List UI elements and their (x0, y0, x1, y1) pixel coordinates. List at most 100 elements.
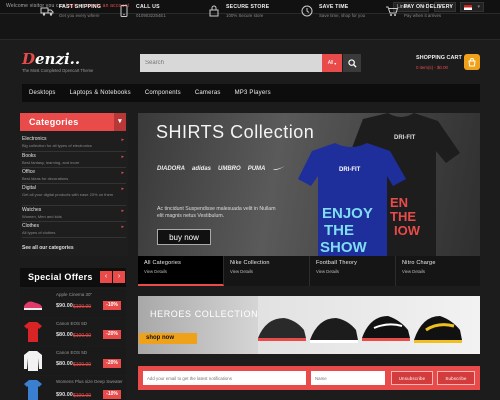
product-name: Womens Plus size Deep Sweater (56, 379, 123, 384)
category-books[interactable]: Books Best fantasy, learning, and more ▸ (22, 153, 126, 165)
unsubscribe-button[interactable]: Unsubscribe (391, 371, 433, 385)
category-office[interactable]: Office Best ideas for decorations ▸ (22, 169, 126, 181)
category-digital[interactable]: Digital Get all your digital products wi… (22, 185, 126, 197)
product-image (24, 380, 42, 400)
feature-title: Pay on delivery (404, 4, 454, 10)
category-name: Office (22, 169, 35, 175)
nav-item-desktops[interactable]: Desktops (22, 90, 63, 96)
tab-detail-link[interactable]: View Details (402, 269, 480, 274)
truck-icon (40, 4, 54, 18)
logo-text: enzi.. (35, 50, 81, 68)
feature-subtitle: 0109032254E1 (136, 13, 166, 18)
category-desc: Best ideas for decorations (22, 176, 69, 181)
tagline: The Most Completed Opencart Theme (22, 68, 94, 73)
category-desc: Big collection for all types of electron… (22, 143, 92, 148)
category-watches[interactable]: Watches Women, Men and kids ▸ (22, 207, 126, 219)
category-electronics[interactable]: Electronics Big collection for all types… (22, 136, 126, 148)
banner-text: Ac tincidunt Suspendisse malesuada velit… (157, 206, 276, 219)
clock-icon (300, 4, 314, 18)
feature-fast-shipping: Fast Shipping Get you every where (40, 4, 101, 18)
brand-logos: DIADORA adidas UMBRO PUMA (157, 165, 286, 173)
banner-tab-nike[interactable]: Nike Collection View Details (224, 256, 310, 286)
nav-item-cameras[interactable]: Cameras (188, 90, 228, 96)
logo[interactable]: Denzi.. (22, 50, 80, 68)
offer-item[interactable]: Canon EOS 5D $80.00 $100.00 -20% (20, 347, 126, 375)
search-input[interactable] (140, 54, 322, 72)
main-nav: Desktops Laptops & Notebooks Components … (22, 84, 480, 102)
heroes-title: HEROES COLLECTION (150, 309, 259, 319)
discount-badge: -20% (103, 359, 121, 368)
divider (22, 237, 126, 238)
product-price: $90.00 (56, 392, 73, 398)
cart-icon (385, 4, 399, 18)
chevron-right-icon: ▸ (121, 170, 124, 176)
category-name: Digital (22, 185, 36, 191)
feature-save-time: Save time Save time, shop for you (300, 4, 365, 18)
see-all-categories-link[interactable]: See all our categories (22, 245, 74, 251)
phone-icon (117, 4, 131, 18)
tab-detail-link[interactable]: View Details (144, 269, 223, 274)
logo-initial: D (22, 50, 36, 68)
category-name: Clothes (22, 223, 39, 229)
discount-badge: -20% (103, 330, 121, 339)
search-icon (347, 58, 357, 68)
tab-title: Nike Collection (230, 260, 270, 266)
prev-arrow-icon[interactable]: ‹ (100, 271, 112, 283)
banner-tab-all-categories[interactable]: All Categories View Details (138, 256, 224, 286)
feature-title: Call us (136, 4, 160, 10)
feature-subtitle: 100% Secure store (226, 13, 264, 18)
nav-item-mp3-players[interactable]: MP3 Players (228, 90, 278, 96)
feature-title: Fast Shipping (59, 4, 102, 10)
product-price: $90.00 (56, 303, 73, 309)
cart-total[interactable]: 0 item(s) - $0.00 (416, 65, 448, 70)
banner-tab-nitro[interactable]: Nitro Charge View Details (396, 256, 480, 286)
nav-item-components[interactable]: Components (138, 90, 188, 96)
nav-item-laptops[interactable]: Laptops & Notebooks (63, 90, 138, 96)
offer-item[interactable]: Canon EOS 5D $80.00 $100.00 -20% (20, 318, 126, 346)
chevron-right-icon: ▸ (121, 208, 124, 214)
back-shirt-logo: DRI-FIT (394, 135, 416, 141)
feature-title: Secure Store (226, 4, 270, 10)
offer-item[interactable]: Womens Plus size Deep Sweater $90.00 $10… (20, 376, 126, 400)
heroes-banner[interactable] (138, 296, 480, 354)
brand-logo: adidas (192, 166, 212, 172)
brand-logo: DIADORA (157, 166, 185, 172)
chevron-right-icon: ▸ (121, 137, 124, 143)
brand-logo: UMBRO (218, 166, 241, 172)
newsletter-name-input[interactable] (311, 371, 385, 385)
category-clothes[interactable]: Clothes All types of clothes ▸ (22, 223, 126, 235)
newsletter-email-input[interactable] (143, 371, 306, 385)
cart-label[interactable]: Shopping Cart (416, 55, 462, 61)
offer-item[interactable]: Apple Cinema 30" $90.00 $100.00 -10% (20, 289, 126, 317)
front-shirt-print: ENJOY (322, 205, 373, 222)
collapse-icon[interactable]: ▾ (114, 113, 126, 131)
search-category-select[interactable]: All ▾ (322, 54, 342, 72)
product-price: $80.00 (56, 361, 73, 367)
next-arrow-icon[interactable]: › (113, 271, 125, 283)
tab-title: Nitro Charge (402, 260, 436, 266)
product-name: Canon EOS 5D (56, 350, 88, 355)
old-price: $100.00 (73, 361, 92, 368)
search-button[interactable] (343, 54, 361, 72)
shop-now-button[interactable]: shop now (139, 333, 197, 344)
search-category-value: All (327, 60, 334, 66)
back-shirt-print: EN (390, 195, 408, 210)
tab-detail-link[interactable]: View Details (230, 269, 309, 274)
flag-select[interactable]: ▾ (460, 2, 484, 12)
divider (22, 167, 126, 168)
category-name: Electronics (22, 136, 47, 142)
category-desc: Best fantasy, learning, and more (22, 160, 80, 165)
feature-subtitle: Get you every where (59, 13, 100, 18)
old-price: $100.00 (73, 303, 92, 310)
flag-icon (464, 4, 472, 10)
divider (22, 221, 126, 222)
cart-icon[interactable] (464, 54, 480, 70)
chevron-right-icon: ▸ (121, 224, 124, 230)
buy-now-button[interactable]: buy now (157, 229, 211, 245)
product-image (24, 351, 42, 371)
banner-tab-football[interactable]: Football Theory View Details (310, 256, 396, 286)
subscribe-button[interactable]: Subscribe (437, 371, 475, 385)
tab-detail-link[interactable]: View Details (316, 269, 395, 274)
back-shirt-print: IOW (394, 223, 421, 238)
discount-badge: -10% (103, 301, 121, 310)
